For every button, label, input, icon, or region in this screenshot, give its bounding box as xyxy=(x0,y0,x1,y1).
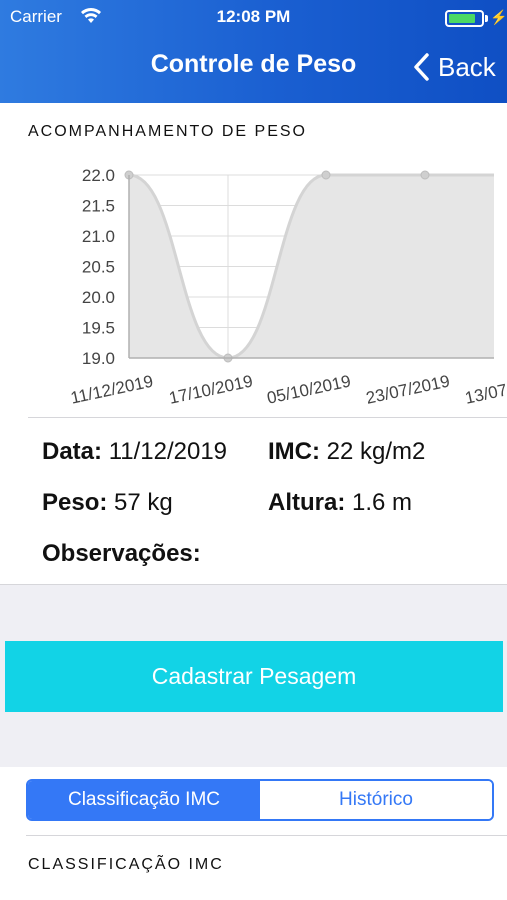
weight-label: Peso: xyxy=(42,489,108,516)
date-label: Data: xyxy=(42,438,103,465)
y-tick-label: 19.5 xyxy=(82,319,115,338)
imc-label: IMC: xyxy=(268,438,320,465)
back-label: Back xyxy=(438,51,496,82)
height-info: Altura: 1.6 m xyxy=(268,489,412,517)
height-value: 1.6 m xyxy=(352,489,413,516)
y-tick-label: 20.5 xyxy=(82,258,115,277)
data-point xyxy=(420,170,430,180)
weight-info: Peso: 57 kg xyxy=(42,489,173,517)
date-value: 11/12/2019 xyxy=(108,438,228,465)
x-tick-label: 13/07/2019 xyxy=(463,371,507,407)
battery-icon xyxy=(445,10,484,27)
observations-info: Observações: xyxy=(42,540,201,568)
date-info: Data: 11/12/2019 xyxy=(42,438,227,466)
chart-divider xyxy=(28,417,507,418)
imc-value: 22 kg/m2 xyxy=(326,438,426,465)
battery-tip xyxy=(485,15,488,22)
weight-section-header: ACOMPANHAMENTO DE PESO xyxy=(28,123,307,140)
x-tick-label: 11/12/2019 xyxy=(69,372,155,408)
y-tick-label: 19.0 xyxy=(82,349,115,368)
status-time: 12:08 PM xyxy=(216,7,291,26)
charging-icon: ⚡ xyxy=(490,9,507,25)
segmented-control: Classificação IMC Histórico xyxy=(26,779,494,821)
weight-value: 57 kg xyxy=(114,489,173,516)
observations-label: Observações: xyxy=(42,540,201,567)
chevron-left-icon xyxy=(414,53,429,81)
weight-chart: 22.0 21.5 21.0 20.5 20.0 19.5 19.0 11/12/2019 17… xyxy=(69,166,507,408)
data-point xyxy=(321,170,331,180)
segment-historico[interactable]: Histórico xyxy=(260,781,492,819)
x-tick-label: 05/10/2019 xyxy=(265,371,352,407)
x-tick-label: 23/07/2019 xyxy=(364,371,451,407)
status-bar: Carrier 12:08 PM ⚡ xyxy=(0,0,507,36)
battery-level xyxy=(449,14,476,23)
back-button[interactable]: Back xyxy=(412,48,496,86)
x-tick-label: 17/10/2019 xyxy=(167,371,254,407)
y-tick-label: 21.0 xyxy=(82,227,115,246)
y-tick-label: 21.5 xyxy=(82,197,115,216)
y-tick-label: 22.0 xyxy=(82,166,115,185)
cadastrar-pesagem-button[interactable]: Cadastrar Pesagem xyxy=(5,641,503,712)
imc-info: IMC: 22 kg/m2 xyxy=(268,438,425,466)
y-tick-label: 20.0 xyxy=(82,288,115,307)
navigation-header: Carrier 12:08 PM ⚡ Controle de Peso Back xyxy=(0,0,507,103)
height-label: Altura: xyxy=(268,489,346,516)
segment-divider xyxy=(26,835,507,836)
imc-section-header: CLASSIFICAÇÃO IMC xyxy=(28,856,224,873)
segment-classificacao-imc[interactable]: Classificação IMC xyxy=(28,781,260,819)
